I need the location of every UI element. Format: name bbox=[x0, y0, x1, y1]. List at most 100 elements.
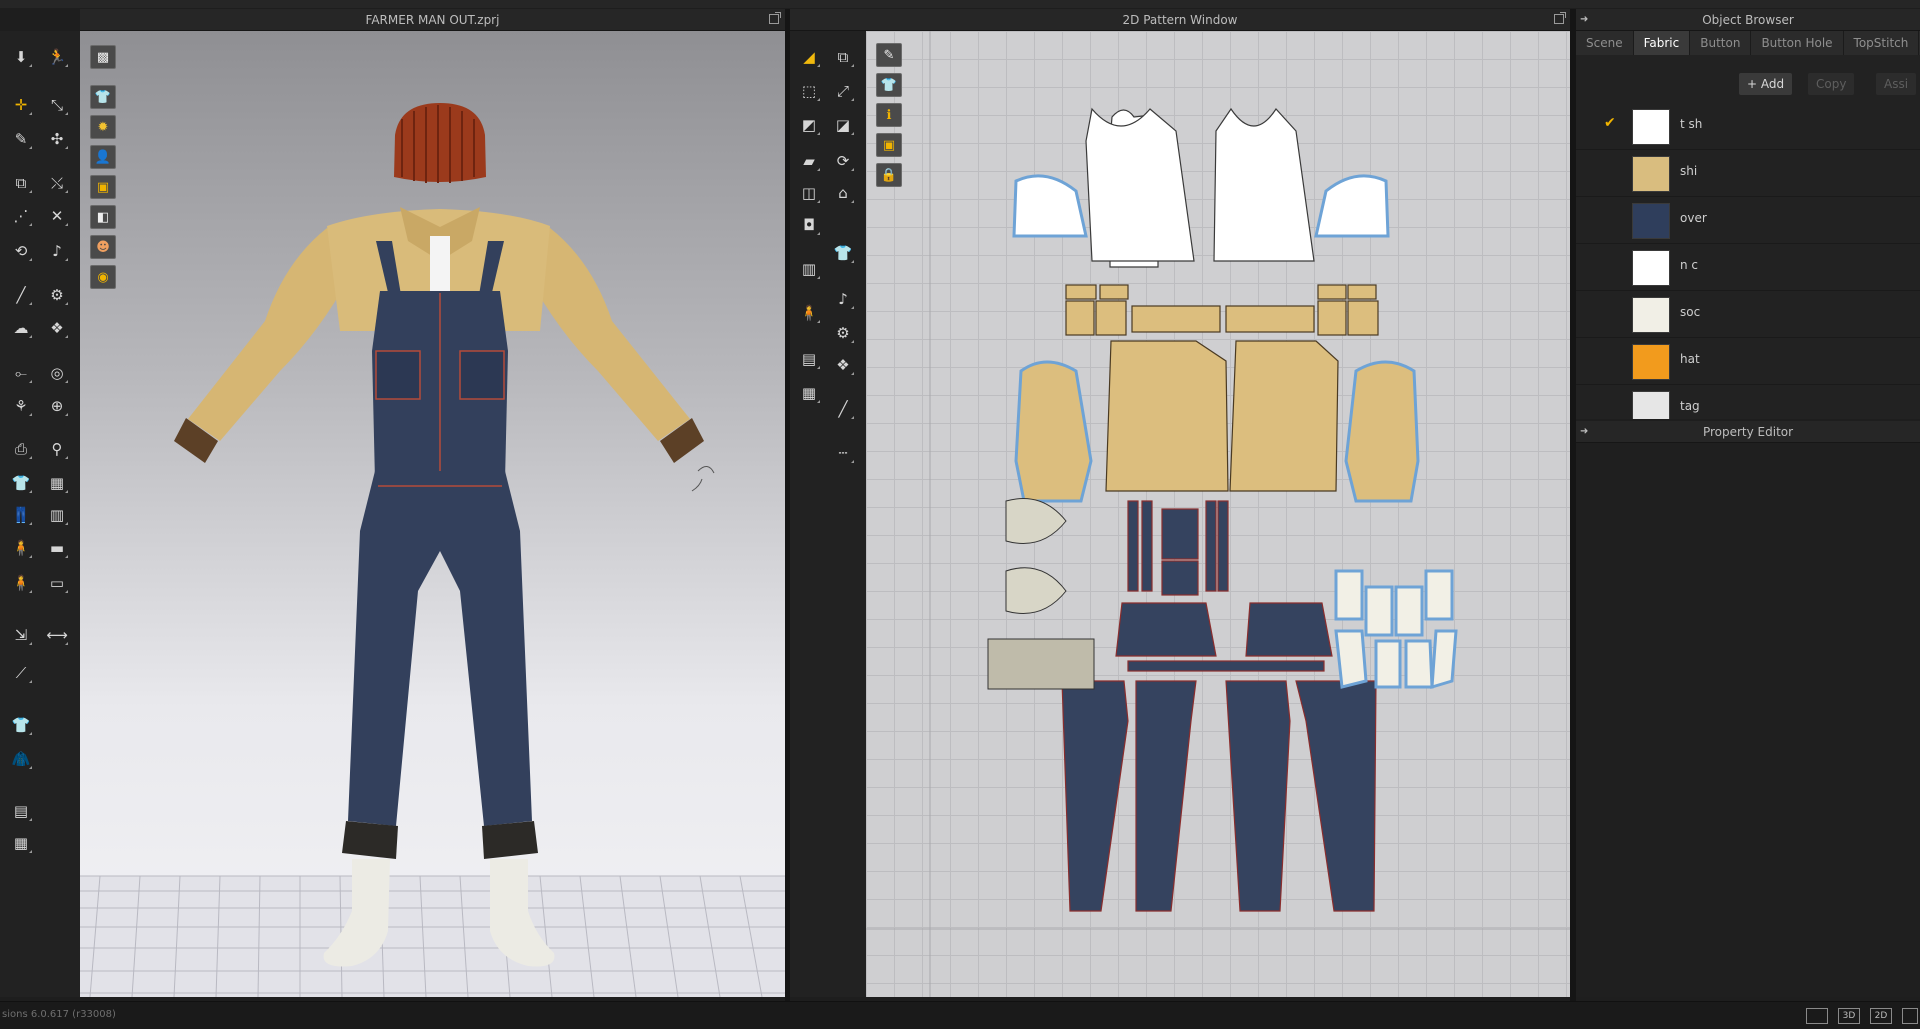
lock-icon[interactable]: ⊕ bbox=[44, 394, 70, 418]
line-2d-icon[interactable]: ╱ bbox=[830, 397, 856, 421]
tshirt-pieces bbox=[1012, 107, 1390, 268]
view-extra-icon[interactable] bbox=[1902, 1008, 1918, 1024]
app-window: ⬇ 🏃 ✛ ⤡ ✎ ✣ ⧉ ⤯ ⋰ ✕ ⟲ ♪ ╱ ⚙ ☁ ❖ ⟜ ◎ ⚘ ⊕ … bbox=[0, 0, 1920, 1029]
fabric-row[interactable]: soc bbox=[1576, 291, 1920, 338]
garment-icon[interactable]: 👕 bbox=[8, 471, 34, 495]
hanger-icon[interactable]: ⚲ bbox=[44, 437, 70, 461]
avatar-pose-icon[interactable]: 🏃 bbox=[44, 45, 70, 69]
brush-icon[interactable]: ⇲ bbox=[8, 623, 34, 647]
uv-grid-icon[interactable]: ▤ bbox=[8, 799, 34, 823]
pin-icon[interactable]: ✎ bbox=[8, 127, 34, 151]
puzzle-icon[interactable]: ❖ bbox=[830, 353, 856, 377]
pattern-2d-icon[interactable]: ⚙ bbox=[830, 321, 856, 345]
fabric-row[interactable]: shi bbox=[1576, 150, 1920, 197]
edit-point-icon[interactable]: ⬚ bbox=[796, 79, 822, 103]
edit-curve-icon[interactable]: ⤢ bbox=[830, 79, 856, 103]
garment-2d-icon[interactable]: 👕 bbox=[830, 241, 856, 265]
dart-icon[interactable]: ◘ bbox=[796, 213, 822, 237]
edit-sew-icon[interactable]: ⟲ bbox=[8, 239, 34, 263]
shirt-tool-icon[interactable]: 👕 bbox=[8, 713, 34, 737]
tab-button-hole[interactable]: Button Hole bbox=[1751, 31, 1844, 55]
mesh-icon[interactable]: ▦ bbox=[8, 831, 34, 855]
polygon-icon[interactable]: ▰ bbox=[796, 149, 822, 173]
seam-icon[interactable]: ⋰ bbox=[8, 204, 34, 228]
grid-2d-icon[interactable]: ▤ bbox=[796, 347, 822, 371]
tab-button[interactable]: Button bbox=[1690, 31, 1752, 55]
fabric-row[interactable]: ✔ t sh bbox=[1576, 103, 1920, 150]
arrange-icon[interactable]: ⎙ bbox=[8, 437, 34, 461]
tape-icon[interactable]: ⟷ bbox=[44, 623, 70, 647]
sock-pieces bbox=[1334, 569, 1458, 690]
add-point-icon[interactable]: ◩ bbox=[796, 113, 822, 137]
property-editor-header: ➜ Property Editor bbox=[1576, 421, 1920, 443]
tab-topstitch[interactable]: TopStitch bbox=[1844, 31, 1920, 55]
fabric-toolbar: + Add Copy Assi bbox=[1576, 55, 1920, 103]
fabric-row[interactable]: n c bbox=[1576, 244, 1920, 291]
free-sew-icon[interactable]: ⤯ bbox=[44, 171, 70, 195]
pattern-icon[interactable]: ⚙ bbox=[44, 283, 70, 307]
jacket-tool-icon[interactable]: 🧥 bbox=[8, 747, 34, 771]
fabric-swatch bbox=[1632, 250, 1670, 286]
select-move-icon[interactable]: ⬇ bbox=[8, 45, 34, 69]
segment-sew-icon[interactable]: ⧉ bbox=[8, 171, 34, 195]
adjust-pattern-icon[interactable]: ◢ bbox=[796, 45, 822, 69]
fit-icon[interactable]: ▥ bbox=[44, 503, 70, 527]
2d-toolbar: ◢ ⧉ ⬚ ⤢ ◩ ◪ ▰ ⟳ ◫ ⌂ ◘ ▥ 👕 ♪ 🧍 ⚙ ❖ ▤ ▦ ╱ … bbox=[790, 31, 866, 997]
strap-icon[interactable]: ♪ bbox=[44, 239, 70, 263]
maximize-2d-icon[interactable] bbox=[1554, 12, 1566, 24]
flat-icon[interactable]: ▭ bbox=[44, 571, 70, 595]
2d-window-header: 2D Pattern Window bbox=[790, 9, 1570, 31]
rectangle-icon[interactable]: ⟳ bbox=[830, 149, 856, 173]
zip-icon[interactable]: ▦ bbox=[44, 471, 70, 495]
version-label: sions 6.0.617 (r33008) bbox=[2, 1009, 116, 1020]
view-split-icon[interactable] bbox=[1806, 1008, 1828, 1024]
tack-icon[interactable]: ✕ bbox=[44, 204, 70, 228]
curve-point-icon[interactable]: ◪ bbox=[830, 113, 856, 137]
object-browser-tabs: Scene Fabric Button Button Hole TopStitc… bbox=[1576, 31, 1920, 55]
right-sleeve bbox=[528, 228, 690, 441]
copy-fabric-button[interactable]: Copy bbox=[1808, 73, 1855, 95]
fabric-swatch bbox=[1632, 391, 1670, 419]
book-icon[interactable]: ▥ bbox=[796, 257, 822, 281]
fabric-name: t sh bbox=[1680, 117, 1703, 131]
zipper-icon[interactable]: ⚘ bbox=[8, 394, 34, 418]
fabric-row[interactable]: over bbox=[1576, 197, 1920, 244]
assign-fabric-button[interactable]: Assi bbox=[1876, 73, 1917, 95]
3d-viewport[interactable]: ▩ 👕 ✹ 👤 ▣ ◧ ☻ ◉ bbox=[80, 31, 785, 997]
fold-icon[interactable]: ⤡ bbox=[44, 93, 70, 117]
view-3d-button[interactable]: 3D bbox=[1838, 1008, 1860, 1024]
tab-fabric[interactable]: Fabric bbox=[1633, 31, 1691, 55]
view-2d-button[interactable]: 2D bbox=[1870, 1008, 1892, 1024]
avatar-icon[interactable]: 🧍 bbox=[8, 536, 34, 560]
texture-icon[interactable]: ☁ bbox=[8, 316, 34, 340]
fabric-row[interactable]: tag bbox=[1576, 385, 1920, 419]
transform-icon[interactable]: ✛ bbox=[8, 93, 34, 117]
grid-icon[interactable]: ❖ bbox=[44, 316, 70, 340]
iron-icon[interactable]: ⌂ bbox=[830, 181, 856, 205]
collapse-arrow-icon[interactable]: ➜ bbox=[1580, 9, 1588, 31]
avatar-2d-icon[interactable]: 🧍 bbox=[796, 301, 822, 325]
avatar-measure-icon[interactable]: 🧍 bbox=[8, 571, 34, 595]
mesh-2d-icon[interactable]: ▦ bbox=[796, 381, 822, 405]
fabric-row[interactable]: hat bbox=[1576, 338, 1920, 385]
button-icon[interactable]: ⟜ bbox=[8, 361, 34, 385]
knife-icon[interactable]: ⟋ bbox=[8, 661, 34, 685]
maximize-icon[interactable] bbox=[769, 12, 781, 24]
dashed-line-icon[interactable]: ┄ bbox=[830, 441, 856, 465]
fit-2d-icon[interactable]: ♪ bbox=[830, 287, 856, 311]
3d-view-title: FARMER MAN OUT.zprj bbox=[365, 13, 500, 27]
fabric-name: tag bbox=[1680, 399, 1700, 413]
expand-arrow-icon[interactable]: ➜ bbox=[1580, 421, 1588, 443]
measure-icon[interactable]: ✣ bbox=[44, 127, 70, 151]
add-fabric-button[interactable]: + Add bbox=[1739, 73, 1793, 95]
transform-pattern-icon[interactable]: ⧉ bbox=[830, 45, 856, 69]
pattern-pieces bbox=[866, 31, 1570, 997]
pants-icon[interactable]: 👖 bbox=[8, 503, 34, 527]
buttonhole-icon[interactable]: ◎ bbox=[44, 361, 70, 385]
line-icon[interactable]: ╱ bbox=[8, 283, 34, 307]
tab-scene[interactable]: Scene bbox=[1576, 31, 1634, 55]
2d-pattern-window[interactable]: ✎ 👕 ℹ ▣ 🔒 bbox=[866, 31, 1570, 997]
shelf-icon[interactable]: ▬ bbox=[44, 536, 70, 560]
hat-pieces bbox=[987, 498, 1095, 690]
internal-polygon-icon[interactable]: ◫ bbox=[796, 181, 822, 205]
